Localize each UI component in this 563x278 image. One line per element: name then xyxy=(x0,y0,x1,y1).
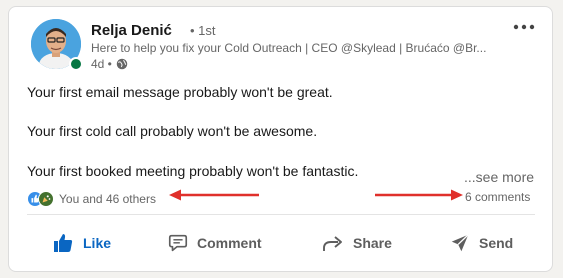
author-name[interactable]: Relja Denić xyxy=(91,22,172,39)
globe-icon xyxy=(116,58,128,70)
comment-label: Comment xyxy=(197,235,262,251)
post-meta: 4d • xyxy=(91,57,128,71)
reactions-count: You and 46 others xyxy=(59,192,156,206)
see-more-link[interactable]: ...see more xyxy=(464,169,534,185)
online-status-indicator xyxy=(69,57,83,71)
connection-degree: • 1st xyxy=(190,23,216,38)
celebrate-reaction-icon xyxy=(38,191,54,207)
post-text-line: Your first cold call probably won't be a… xyxy=(27,123,318,139)
reactions-summary[interactable]: You and 46 others xyxy=(27,191,156,207)
post-text-line: Your first email message probably won't … xyxy=(27,84,333,100)
more-options-icon[interactable] xyxy=(511,19,537,35)
thumbs-up-icon xyxy=(54,234,73,252)
post-text-line: Your first booked meeting probably won't… xyxy=(27,163,359,179)
post-card: Relja Denić • 1st Here to help you fix y… xyxy=(8,6,553,272)
reaction-icons xyxy=(27,191,55,207)
like-label: Like xyxy=(83,235,112,251)
like-button[interactable]: Like xyxy=(51,229,111,257)
comments-count[interactable]: 6 comments xyxy=(465,190,530,204)
author-headline: Here to help you fix your Cold Outreach … xyxy=(91,41,487,55)
send-icon xyxy=(451,234,469,252)
send-label: Send xyxy=(479,235,514,251)
share-button[interactable]: Share xyxy=(321,229,392,257)
share-icon xyxy=(323,236,342,251)
send-button[interactable]: Send xyxy=(449,229,513,257)
comment-icon xyxy=(168,234,188,252)
post-time: 4d • xyxy=(91,57,112,71)
annotation-arrow-right xyxy=(375,189,463,201)
share-label: Share xyxy=(353,235,392,251)
annotation-arrow-left xyxy=(169,189,259,201)
divider xyxy=(27,214,535,215)
comment-button[interactable]: Comment xyxy=(167,229,262,257)
